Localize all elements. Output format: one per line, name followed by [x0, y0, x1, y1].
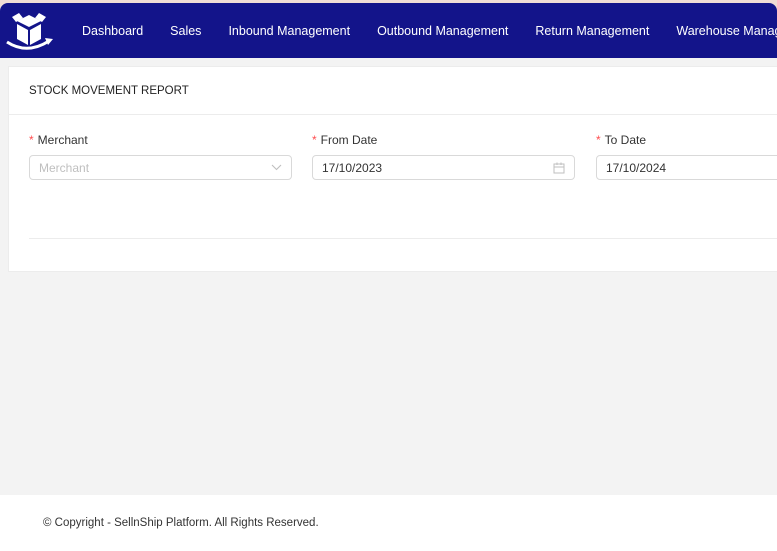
nav-inbound-management[interactable]: Inbound Management — [228, 24, 350, 38]
page-title: STOCK MOVEMENT REPORT — [9, 67, 777, 115]
main-menu: Dashboard Sales Inbound Management Outbo… — [82, 24, 777, 38]
copyright-text: © Copyright - SellnShip Platform. All Ri… — [43, 517, 319, 529]
nav-dashboard[interactable]: Dashboard — [82, 24, 143, 38]
divider — [29, 238, 777, 239]
calendar-icon[interactable] — [553, 162, 565, 174]
top-nav: Dashboard Sales Inbound Management Outbo… — [0, 3, 777, 58]
to-date-value: 17/10/2024 — [606, 160, 667, 175]
footer: © Copyright - SellnShip Platform. All Ri… — [0, 495, 777, 551]
merchant-select[interactable]: Merchant — [29, 155, 292, 180]
required-mark: * — [29, 133, 34, 147]
nav-warehouse-management[interactable]: Warehouse Management — [676, 24, 777, 38]
from-date-field: * From Date 17/10/2023 — [312, 133, 575, 180]
to-date-input[interactable]: 17/10/2024 — [596, 155, 777, 180]
from-date-value: 17/10/2023 — [322, 160, 383, 175]
report-card: STOCK MOVEMENT REPORT * Merchant Merchant… — [8, 66, 777, 272]
to-date-field: * To Date 17/10/2024 — [596, 133, 777, 180]
from-date-input[interactable]: 17/10/2023 — [312, 155, 575, 180]
from-date-label: From Date — [320, 133, 378, 147]
merchant-label: Merchant — [37, 133, 88, 147]
merchant-field: * Merchant Merchant — [29, 133, 292, 180]
nav-return-management[interactable]: Return Management — [535, 24, 649, 38]
box-logo-icon[interactable] — [3, 3, 55, 58]
app-window: Dashboard Sales Inbound Management Outbo… — [0, 3, 777, 551]
merchant-placeholder: Merchant — [39, 160, 90, 175]
required-mark: * — [312, 133, 317, 147]
nav-outbound-management[interactable]: Outbound Management — [377, 24, 508, 38]
chevron-down-icon — [271, 164, 282, 171]
nav-sales[interactable]: Sales — [170, 24, 201, 38]
to-date-label: To Date — [604, 133, 647, 147]
required-mark: * — [596, 133, 601, 147]
